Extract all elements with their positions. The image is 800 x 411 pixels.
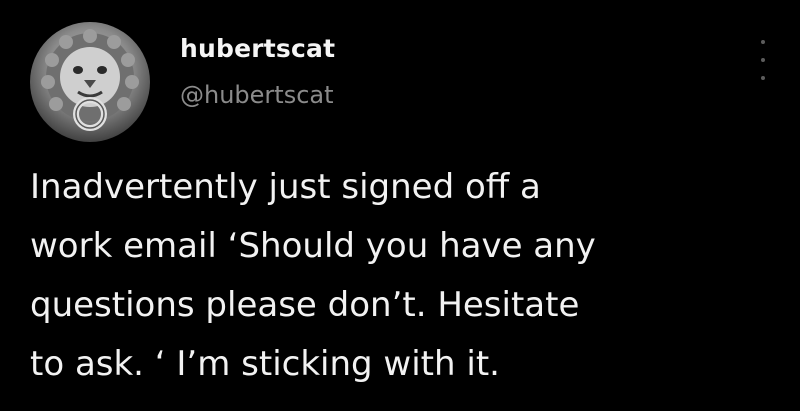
more-dot bbox=[761, 40, 765, 44]
lion-door-knocker-icon bbox=[41, 29, 139, 131]
display-name[interactable]: hubertscat bbox=[180, 32, 335, 66]
tweet-text-line: questions please don’t. Hesitate bbox=[30, 285, 580, 325]
more-dot bbox=[761, 76, 765, 80]
tweet-text-line: Inadvertently just signed off a bbox=[30, 167, 541, 207]
tweet-header: hubertscat @hubertscat bbox=[30, 22, 770, 142]
more-dot bbox=[761, 58, 765, 62]
author-names: hubertscat @hubertscat bbox=[180, 32, 335, 112]
tweet-text-line: to ask. ‘ I’m sticking with it. bbox=[30, 344, 500, 384]
user-handle[interactable]: @hubertscat bbox=[180, 78, 335, 112]
tweet-card: hubertscat @hubertscat Inadvertently jus… bbox=[0, 0, 800, 411]
tweet-text: Inadvertently just signed off a work ema… bbox=[30, 158, 770, 394]
avatar[interactable] bbox=[30, 22, 150, 142]
tweet-text-line: work email ‘Should you have any bbox=[30, 226, 596, 266]
more-options-icon[interactable] bbox=[756, 40, 770, 80]
